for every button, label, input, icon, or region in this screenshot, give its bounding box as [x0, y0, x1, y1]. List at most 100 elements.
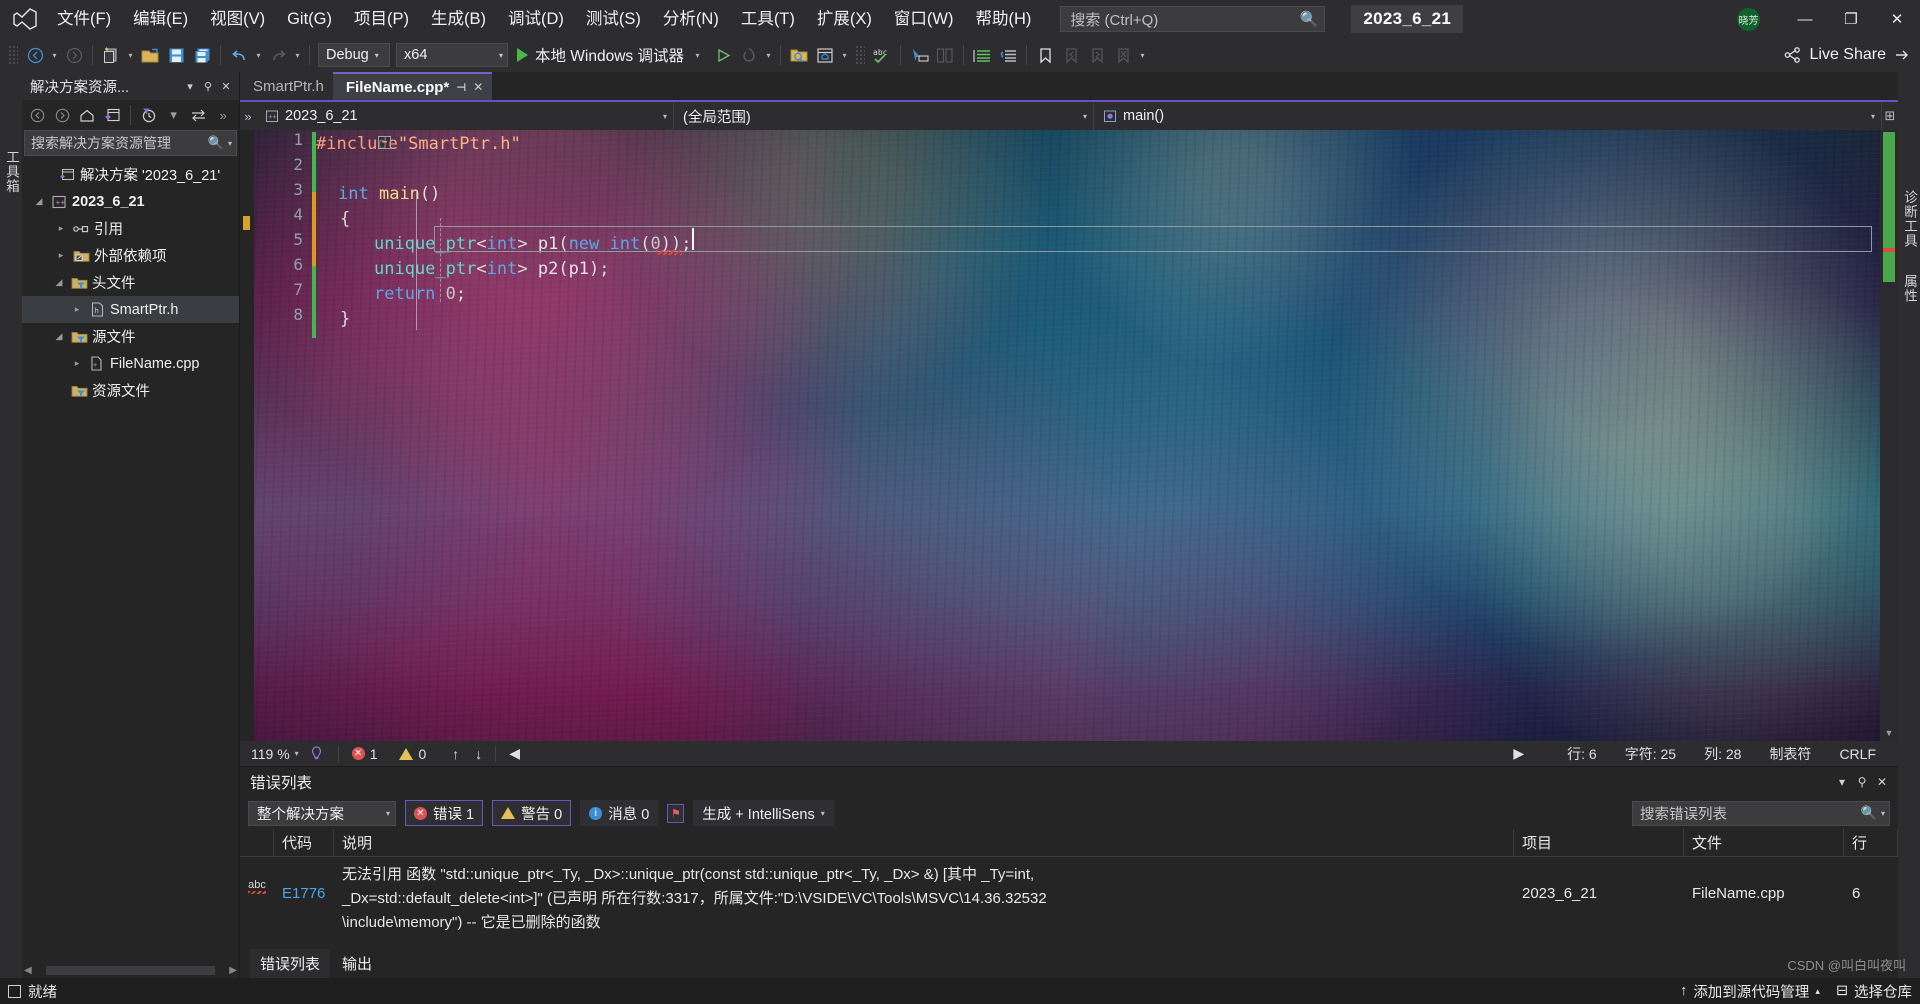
chevron-down-icon-nav2[interactable]: ▾: [1071, 112, 1087, 121]
tree-item-solution[interactable]: 解决方案 '2023_6_21': [22, 161, 239, 188]
column-header-icon[interactable]: [240, 828, 274, 857]
maximize-button[interactable]: ❐: [1828, 0, 1874, 38]
scroll-right-arrow-icon[interactable]: ▶: [229, 965, 237, 976]
start-debugging-dropdown[interactable]: ▾: [691, 42, 704, 68]
editor-vertical-scrollbar[interactable]: ▲ ▼: [1880, 130, 1898, 741]
twisty-smartptr[interactable]: ▸: [68, 304, 86, 315]
add-to-source-control-button[interactable]: ↑ 添加到源代码管理 ▴: [1680, 981, 1820, 1002]
code-editor[interactable]: 1 2 3 4 5 6 7 8 − #include"SmartPtr.h" i…: [240, 130, 1898, 741]
home-icon[interactable]: [76, 104, 100, 126]
close-icon-tab[interactable]: ✕: [473, 80, 483, 94]
minimize-button[interactable]: —: [1782, 0, 1828, 38]
error-scope-combo[interactable]: 整个解决方案 ▾: [248, 800, 396, 826]
chevron-down-icon-3[interactable]: ▾: [224, 139, 232, 148]
tree-item-header-files[interactable]: ◢ 头文件: [22, 269, 239, 296]
menu-extensions[interactable]: 扩展(X): [806, 4, 883, 34]
chevron-down-icon-errlist[interactable]: ▾: [1832, 771, 1852, 793]
menu-debug[interactable]: 调试(D): [497, 4, 575, 34]
menu-view[interactable]: 视图(V): [199, 4, 276, 34]
menu-project[interactable]: 项目(P): [343, 4, 420, 34]
navigate-forward-icon[interactable]: [61, 42, 87, 68]
solution-explorer-overflow[interactable]: »: [211, 104, 235, 126]
footer-tab-output[interactable]: 输出: [332, 949, 382, 978]
tab-filename-cpp[interactable]: FileName.cpp* ⊣ ✕: [332, 72, 493, 100]
start-debugging-button[interactable]: 本地 Windows 调试器 ▾: [511, 42, 710, 68]
tree-item-filename-cpp[interactable]: ▸ + FileName.cpp: [22, 350, 239, 377]
redo-icon[interactable]: [265, 42, 291, 68]
clear-bookmarks-icon[interactable]: [1110, 42, 1136, 68]
back-icon[interactable]: [26, 104, 50, 126]
solution-explorer-icon[interactable]: [812, 42, 838, 68]
previous-issue-button[interactable]: ↑: [447, 746, 464, 762]
menu-build[interactable]: 生成(B): [420, 4, 497, 34]
column-header-code[interactable]: 代码: [274, 828, 334, 857]
live-share-button[interactable]: Live Share: [1784, 46, 1920, 64]
column-header-line[interactable]: 行: [1844, 828, 1898, 857]
menu-help[interactable]: 帮助(H): [964, 4, 1042, 34]
comment-lines-icon[interactable]: [969, 42, 995, 68]
redo-dropdown[interactable]: ▾: [291, 42, 304, 68]
chevron-down-icon-nav1[interactable]: ▾: [651, 112, 667, 121]
chevron-down-icon-2[interactable]: ▾: [162, 104, 186, 126]
pin-icon[interactable]: ⚲: [199, 76, 217, 96]
solution-explorer-hscrollbar[interactable]: ◀ ▶: [22, 962, 239, 978]
editor-hscroll-right[interactable]: ▶: [1508, 745, 1529, 762]
undo-dropdown[interactable]: ▾: [252, 42, 265, 68]
hot-reload-icon[interactable]: [736, 42, 762, 68]
scroll-thumb[interactable]: [45, 965, 216, 975]
menu-tools[interactable]: 工具(T): [730, 4, 806, 34]
navigate-to-icon[interactable]: [906, 42, 932, 68]
menu-window[interactable]: 窗口(W): [883, 4, 965, 34]
scroll-left-arrow-icon[interactable]: ◀: [24, 965, 32, 976]
tree-item-resource-files[interactable]: 资源文件: [22, 377, 239, 404]
quick-search-box[interactable]: 搜索 (Ctrl+Q) 🔍: [1060, 6, 1326, 32]
navbar-project-combo[interactable]: ++ 2023_6_21 ▾: [256, 102, 674, 130]
new-item-icon[interactable]: [98, 42, 124, 68]
navigate-back-icon[interactable]: [22, 42, 48, 68]
tree-item-project[interactable]: ◢ ++ 2023_6_21: [22, 188, 239, 215]
pin-icon-tab[interactable]: ⊣: [456, 81, 466, 94]
errors-filter-button[interactable]: ✕ 错误 1: [405, 800, 484, 826]
save-icon[interactable]: [163, 42, 189, 68]
collapse-region-icon[interactable]: −: [378, 136, 391, 149]
save-all-icon[interactable]: [189, 42, 215, 68]
scroll-down-arrow-icon[interactable]: ▼: [1880, 725, 1898, 741]
filter-icon[interactable]: ⚑: [667, 803, 685, 823]
footer-tab-error-list[interactable]: 错误列表: [250, 949, 331, 978]
chevron-down-icon-zoom[interactable]: ▾: [295, 749, 299, 758]
avatar[interactable]: 晓芳: [1737, 7, 1760, 31]
twisty-filename[interactable]: ▸: [68, 358, 86, 369]
twisty-sources[interactable]: ◢: [50, 331, 68, 342]
toolbar-overflow-button[interactable]: ▾: [1136, 42, 1149, 68]
column-header-project[interactable]: 项目: [1514, 828, 1684, 857]
messages-filter-button[interactable]: i 消息 0: [580, 800, 659, 826]
error-list-search[interactable]: 搜索错误列表 🔍 ▾: [1632, 800, 1890, 826]
navigate-back-dropdown[interactable]: ▾: [48, 42, 61, 68]
solution-platform-combo[interactable]: x64 ▾: [396, 43, 508, 67]
zoom-level-combo[interactable]: 119 % ▾: [246, 746, 304, 762]
code-text-area[interactable]: − #include"SmartPtr.h" int main() { uniq…: [316, 130, 1880, 741]
column-header-description[interactable]: 说明: [334, 828, 1514, 857]
sync-with-active-document-icon[interactable]: [186, 104, 210, 126]
forward-icon[interactable]: [51, 104, 75, 126]
compare-files-icon[interactable]: [932, 42, 958, 68]
select-repository-button[interactable]: ⊟ 选择仓库: [1836, 981, 1912, 1002]
menu-git[interactable]: Git(G): [276, 4, 343, 34]
table-row[interactable]: abc E1776 无法引用 函数 "std::unique_ptr<_Ty, …: [240, 857, 1898, 941]
split-view-icon[interactable]: ⊞: [1882, 108, 1898, 124]
chevron-down-icon-nav3[interactable]: ▾: [1859, 112, 1875, 121]
chevron-down-icon-errsearch[interactable]: ▾: [1877, 809, 1885, 818]
open-file-icon[interactable]: [137, 42, 163, 68]
search-folder-icon[interactable]: [786, 42, 812, 68]
uncomment-lines-icon[interactable]: [995, 42, 1021, 68]
editor-error-count[interactable]: ✕ 1: [347, 746, 383, 762]
tree-item-references[interactable]: ▸ 引用: [22, 215, 239, 242]
undo-icon[interactable]: [226, 42, 252, 68]
menu-analyze[interactable]: 分析(N): [652, 4, 730, 34]
close-button[interactable]: ✕: [1874, 0, 1920, 38]
pin-icon-errlist[interactable]: ⚲: [1852, 771, 1872, 793]
column-header-file[interactable]: 文件: [1684, 828, 1844, 857]
build-intellisense-combo[interactable]: 生成 + IntelliSens ▾: [693, 800, 834, 826]
new-item-dropdown[interactable]: ▾: [124, 42, 137, 68]
tab-smartptr-h[interactable]: SmartPtr.h: [240, 72, 333, 100]
